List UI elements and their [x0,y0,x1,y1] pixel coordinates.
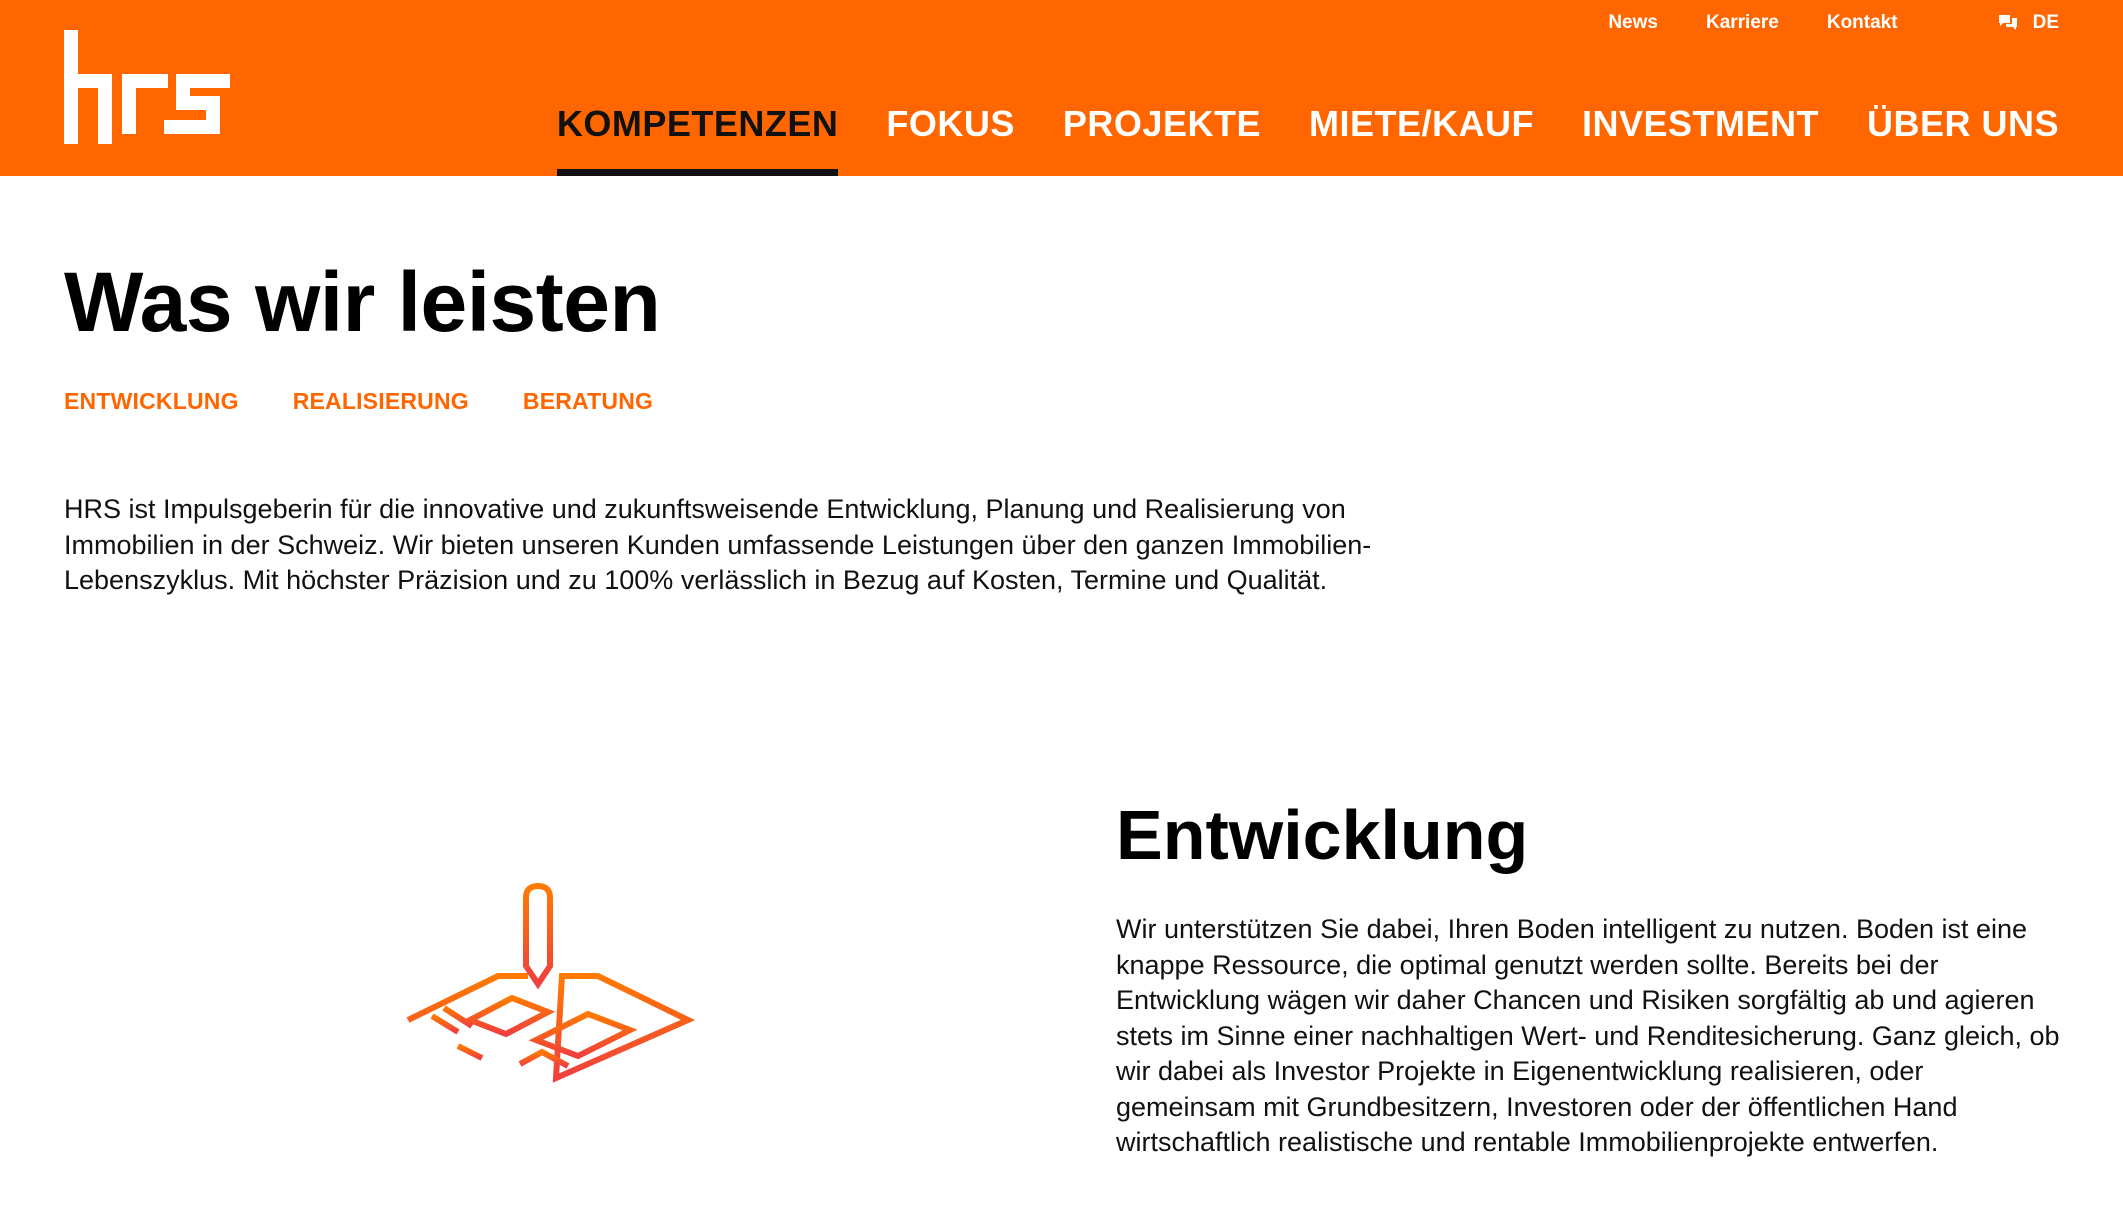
section-paragraph-entwicklung: Wir unterstützen Sie dabei, Ihren Boden … [1116,914,2060,1157]
anchor-link-beratung[interactable]: BERATUNG [523,388,653,415]
nav-item-ueber-uns[interactable]: ÜBER UNS [1867,100,2059,176]
section-anchor-nav: ENTWICKLUNG REALISIERUNG BERATUNG [64,388,707,415]
anchor-link-entwicklung[interactable]: ENTWICKLUNG [64,388,239,415]
nav-item-miete-kauf[interactable]: MIETE/KAUF [1309,100,1534,176]
intro-paragraph: HRS ist Impulsgeberin für die innovative… [64,494,1372,595]
meta-nav: News Karriere Kontakt DE [1560,10,2059,36]
main-nav: KOMPETENZEN FOKUS PROJEKTE MIETE/KAUF IN… [509,100,2059,176]
chat-bubbles-icon [1998,14,2018,32]
meta-link-kontakt[interactable]: Kontakt [1827,10,1898,36]
language-label: DE [2032,12,2059,33]
nav-item-kompetenzen[interactable]: KOMPETENZEN [556,100,839,176]
meta-link-karriere[interactable]: Karriere [1706,10,1779,36]
hrs-logo[interactable] [64,30,230,144]
site-header: News Karriere Kontakt DE KOMPETENZEN FOK… [0,0,2123,176]
nav-item-investment[interactable]: INVESTMENT [1582,100,1819,176]
page-title: Was wir leisten [64,255,661,349]
nav-item-fokus[interactable]: FOKUS [886,100,1015,176]
meta-link-news[interactable]: News [1608,10,1658,36]
anchor-link-realisierung[interactable]: REALISIERUNG [293,388,469,415]
section-title-entwicklung: Entwicklung [1116,796,1529,874]
pencil-on-plan-icon [400,880,700,1090]
language-switch[interactable]: DE [1998,12,2059,34]
nav-item-projekte[interactable]: PROJEKTE [1063,100,1261,176]
